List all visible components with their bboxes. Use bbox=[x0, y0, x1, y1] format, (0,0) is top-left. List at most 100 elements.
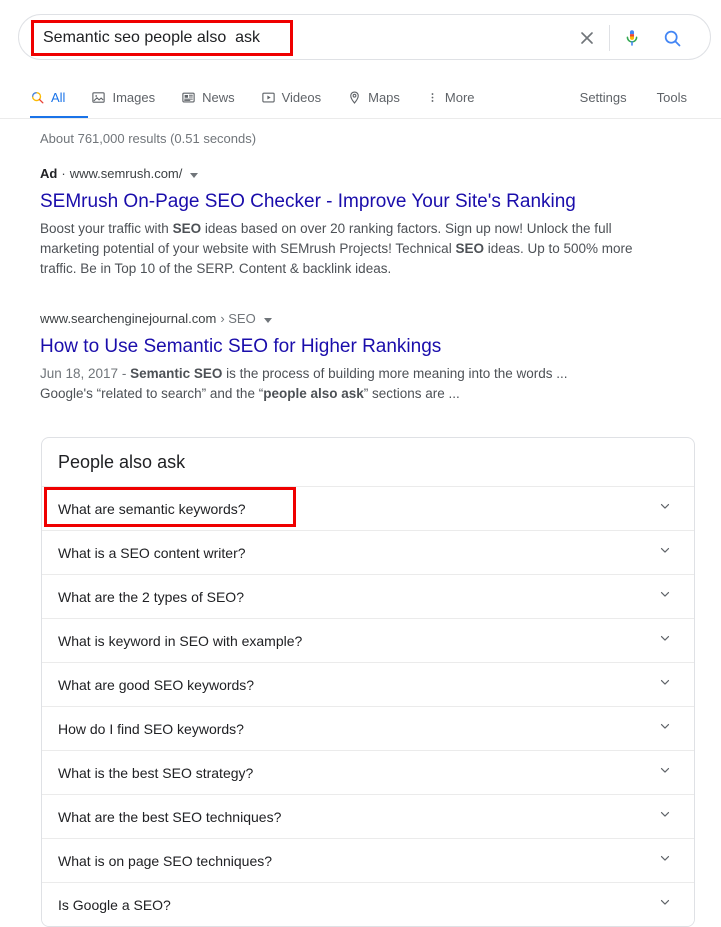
tab-all-label: All bbox=[51, 90, 65, 105]
highlighted-term: SEO bbox=[173, 221, 202, 236]
tab-more-label: More bbox=[445, 90, 475, 105]
chevron-down-icon bbox=[658, 675, 672, 689]
paa-question-row[interactable]: What are semantic keywords? bbox=[42, 486, 694, 530]
close-icon[interactable] bbox=[567, 16, 607, 60]
highlighted-term: Semantic SEO bbox=[130, 366, 222, 381]
paa-question-row[interactable]: What is on page SEO techniques? bbox=[42, 838, 694, 882]
tab-maps-label: Maps bbox=[368, 90, 400, 105]
paa-question-label: What is the best SEO strategy? bbox=[58, 765, 253, 781]
search-bar[interactable] bbox=[18, 14, 711, 60]
paa-expand-button[interactable] bbox=[658, 851, 672, 870]
tab-images-label: Images bbox=[112, 90, 155, 105]
tab-news[interactable]: News bbox=[181, 82, 235, 112]
paa-question-list: What are semantic keywords? What is a SEO… bbox=[42, 486, 694, 926]
chevron-down-icon bbox=[658, 851, 672, 865]
paa-question-label: How do I find SEO keywords? bbox=[58, 721, 244, 737]
kebab-menu-icon bbox=[426, 90, 439, 105]
ad-description: Boost your traffic with SEO ideas based … bbox=[40, 219, 640, 279]
paa-question-row[interactable]: What are the best SEO techniques? bbox=[42, 794, 694, 838]
tab-news-label: News bbox=[202, 90, 235, 105]
description-text: Boost your traffic with bbox=[40, 221, 173, 236]
divider bbox=[609, 25, 610, 51]
chevron-down-icon bbox=[658, 631, 672, 645]
description-text: ” sections are ... bbox=[364, 386, 460, 401]
paa-question-row[interactable]: Is Google a SEO? bbox=[42, 882, 694, 926]
organic-url: www.searchenginejournal.com bbox=[40, 310, 216, 328]
chevron-down-icon bbox=[658, 719, 672, 733]
search-icon bbox=[30, 90, 45, 105]
people-also-ask-box: People also ask What are semantic keywor… bbox=[41, 437, 695, 927]
paa-question-label: Is Google a SEO? bbox=[58, 897, 171, 913]
description-text: is the process of building more meaning … bbox=[222, 366, 567, 381]
paa-question-label: What are the best SEO techniques? bbox=[58, 809, 281, 825]
paa-expand-button[interactable] bbox=[658, 895, 672, 914]
chevron-down-icon[interactable] bbox=[190, 173, 198, 178]
paa-question-label: What are semantic keywords? bbox=[58, 501, 246, 517]
paa-expand-button[interactable] bbox=[658, 631, 672, 650]
search-icon-glyph bbox=[662, 28, 683, 49]
microphone-icon[interactable] bbox=[612, 16, 652, 60]
nav-right-actions: Settings Tools bbox=[580, 82, 687, 112]
chevron-down-icon bbox=[658, 807, 672, 821]
nav-divider bbox=[0, 118, 721, 119]
paa-question-row[interactable]: What is keyword in SEO with example? bbox=[42, 618, 694, 662]
ad-url-line: Ad · www.semrush.com/ bbox=[40, 165, 660, 183]
paa-expand-button[interactable] bbox=[658, 763, 672, 782]
paa-question-row[interactable]: What is the best SEO strategy? bbox=[42, 750, 694, 794]
separator: · bbox=[61, 165, 65, 183]
highlighted-term: people also ask bbox=[263, 386, 364, 401]
ad-url: www.semrush.com/ bbox=[70, 165, 183, 183]
paa-question-label: What is a SEO content writer? bbox=[58, 545, 246, 561]
paa-header: People also ask bbox=[42, 438, 694, 486]
tab-more[interactable]: More bbox=[426, 82, 475, 112]
tab-images[interactable]: Images bbox=[91, 82, 155, 112]
search-submit-icon[interactable] bbox=[652, 16, 692, 60]
tab-videos-label: Videos bbox=[282, 90, 322, 105]
tab-videos[interactable]: Videos bbox=[261, 82, 322, 112]
chevron-down-icon[interactable] bbox=[264, 318, 272, 323]
paa-expand-button[interactable] bbox=[658, 499, 672, 518]
organic-description: Jun 18, 2017 - Semantic SEO is the proce… bbox=[40, 364, 640, 404]
highlighted-term: SEO bbox=[455, 241, 484, 256]
organic-url-line: www.searchenginejournal.com › SEO bbox=[40, 310, 660, 328]
video-icon bbox=[261, 90, 276, 105]
search-input[interactable] bbox=[43, 24, 583, 52]
search-nav: All Images News Videos bbox=[0, 82, 721, 122]
paa-question-label: What are good SEO keywords? bbox=[58, 677, 254, 693]
description-text: Jun 18, 2017 - bbox=[40, 366, 130, 381]
tab-all[interactable]: All bbox=[30, 82, 65, 112]
paa-question-row[interactable]: What are good SEO keywords? bbox=[42, 662, 694, 706]
paa-expand-button[interactable] bbox=[658, 719, 672, 738]
tools-button[interactable]: Tools bbox=[657, 90, 687, 105]
paa-expand-button[interactable] bbox=[658, 587, 672, 606]
paa-question-row[interactable]: What is a SEO content writer? bbox=[42, 530, 694, 574]
search-bar-container bbox=[18, 14, 711, 60]
close-icon-glyph bbox=[577, 28, 597, 48]
description-text: Google's “related to search” and the “ bbox=[40, 386, 263, 401]
chevron-down-icon bbox=[658, 895, 672, 909]
breadcrumb: › SEO bbox=[220, 310, 255, 328]
paa-question-label: What are the 2 types of SEO? bbox=[58, 589, 244, 605]
ad-result: Ad · www.semrush.com/ SEMrush On-Page SE… bbox=[40, 165, 660, 279]
paa-question-row[interactable]: How do I find SEO keywords? bbox=[42, 706, 694, 750]
chevron-down-icon bbox=[658, 543, 672, 557]
ad-title-link[interactable]: SEMrush On-Page SEO Checker - Improve Yo… bbox=[40, 189, 660, 215]
microphone-icon-glyph bbox=[621, 27, 643, 49]
chevron-down-icon bbox=[658, 499, 672, 513]
organic-title-link[interactable]: How to Use Semantic SEO for Higher Ranki… bbox=[40, 334, 660, 360]
search-bar-actions bbox=[567, 15, 692, 61]
paa-expand-button[interactable] bbox=[658, 543, 672, 562]
map-pin-icon bbox=[347, 90, 362, 105]
organic-result: www.searchenginejournal.com › SEO How to… bbox=[40, 310, 660, 404]
tab-maps[interactable]: Maps bbox=[347, 82, 400, 112]
paa-expand-button[interactable] bbox=[658, 807, 672, 826]
result-stats: About 761,000 results (0.51 seconds) bbox=[40, 131, 256, 146]
news-icon bbox=[181, 90, 196, 105]
settings-button[interactable]: Settings bbox=[580, 90, 627, 105]
image-icon bbox=[91, 90, 106, 105]
paa-expand-button[interactable] bbox=[658, 675, 672, 694]
chevron-down-icon bbox=[658, 763, 672, 777]
paa-question-label: What is on page SEO techniques? bbox=[58, 853, 272, 869]
paa-question-label: What is keyword in SEO with example? bbox=[58, 633, 302, 649]
paa-question-row[interactable]: What are the 2 types of SEO? bbox=[42, 574, 694, 618]
